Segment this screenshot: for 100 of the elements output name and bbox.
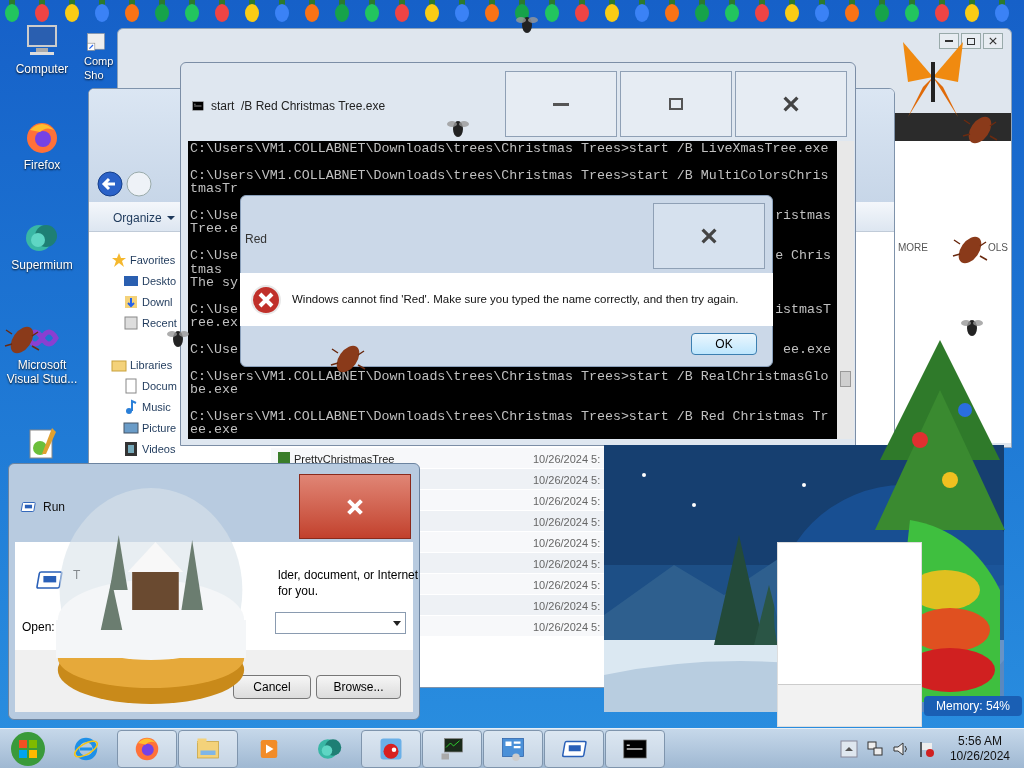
nav-item[interactable]: Docum <box>142 378 177 395</box>
nav-item[interactable]: Libraries <box>130 357 173 374</box>
light-bulb-icon <box>125 0 139 22</box>
shortcut-icon <box>84 30 108 54</box>
light-bulb-icon <box>155 0 169 22</box>
light-bulb-icon <box>185 0 199 22</box>
console-line: ree.ex <box>190 316 238 330</box>
close-icon <box>783 96 799 112</box>
light-bulb-icon <box>905 0 919 22</box>
console-line: C:\Use <box>190 208 238 223</box>
window-title: start /B Red Christmas Tree.exe <box>211 98 386 115</box>
light-bulb-icon <box>35 0 49 22</box>
light-bulb-icon <box>485 0 499 22</box>
network-icon[interactable] <box>865 739 884 758</box>
light-bulb-icon <box>695 0 709 22</box>
console-line: istmasT <box>775 302 831 317</box>
taskbar-button[interactable] <box>605 729 665 768</box>
file-date: 10/26/2024 5: <box>533 473 601 488</box>
file-date: 10/26/2024 5: <box>533 515 601 530</box>
file-date: 10/26/2024 5: <box>533 452 601 467</box>
icon-label[interactable]: Computer <box>2 62 82 76</box>
nav-item[interactable]: Recent <box>142 315 177 332</box>
tab-label[interactable]: MORE <box>898 240 928 255</box>
open-label: Open: <box>22 619 55 636</box>
light-bulb-icon <box>665 0 679 22</box>
volume-icon[interactable] <box>891 739 910 758</box>
light-bulb-icon <box>545 0 559 22</box>
clock-date[interactable]: 10/26/2024 <box>949 748 1010 764</box>
file-date: 10/26/2024 5: <box>533 599 601 614</box>
icon-label[interactable]: Microsoft Visual Stud... <box>2 358 82 386</box>
console-line: tmasTr <box>190 182 238 196</box>
scrollbar[interactable] <box>837 141 854 439</box>
dialog-button[interactable]: Cancel <box>233 675 311 699</box>
nav-item[interactable]: Favorites <box>130 252 176 269</box>
clock-time[interactable]: 5:56 AM <box>957 733 1002 749</box>
flag-icon[interactable] <box>917 739 936 758</box>
light-bulb-icon <box>65 0 79 22</box>
file-date: 10/26/2024 5: <box>533 494 601 509</box>
taskbar-button[interactable] <box>544 729 604 768</box>
minimize-button[interactable] <box>939 33 959 49</box>
show-hidden-icons-button[interactable] <box>839 739 858 758</box>
light-bulb-icon <box>305 0 319 22</box>
light-bulb-icon <box>875 0 889 22</box>
dialog-title: Run <box>43 499 65 516</box>
light-bulb-icon <box>335 0 349 22</box>
light-bulb-icon <box>575 0 589 22</box>
maximize-button[interactable] <box>961 33 981 49</box>
light-bulb-icon <box>995 0 1009 22</box>
taskbar-button[interactable] <box>422 729 482 768</box>
nav-item[interactable]: Picture <box>142 420 177 437</box>
icon-label[interactable]: Supermium <box>2 258 82 272</box>
light-bulb-icon <box>455 0 469 22</box>
dialog-title: Red <box>245 231 267 248</box>
light-bulb-icon <box>245 0 259 22</box>
console-line: be.exe <box>190 383 238 397</box>
light-bulb-icon <box>755 0 769 22</box>
console-line: C:\Use <box>190 342 238 357</box>
instruction-text: lder, document, or Internet <box>278 567 419 584</box>
nav-item[interactable]: Videos <box>142 441 176 458</box>
close-icon <box>347 498 363 515</box>
memory-meter: Memory: 54% <box>924 696 1022 716</box>
console-line: The sy <box>190 275 238 290</box>
tab-label[interactable]: OLS <box>988 240 1008 255</box>
nav-item[interactable]: Downl <box>142 294 173 311</box>
folder-icon <box>111 357 127 374</box>
console-line: ee.exe <box>783 342 831 357</box>
light-bulb-icon <box>425 0 439 22</box>
dialog-button[interactable]: Browse... <box>316 675 401 699</box>
nav-item[interactable]: Music <box>142 399 171 416</box>
light-bulb-icon <box>635 0 649 22</box>
console-line: ristmas <box>775 208 831 223</box>
back-button[interactable] <box>97 171 123 197</box>
console-line: C:\Use <box>190 249 238 263</box>
nav-item[interactable]: Deskto <box>142 273 177 290</box>
close-icon <box>989 37 997 45</box>
light-bulb-icon <box>395 0 409 22</box>
organize-button[interactable]: Organize <box>113 209 175 227</box>
close-icon <box>701 228 717 244</box>
console-line: C:\Use <box>190 302 238 317</box>
file-date: 10/26/2024 5: <box>533 578 601 593</box>
console-line: C:\Users\VM1.COLLABNET\Downloads\trees\Christmas Trees>start /B RealChristmasGlo <box>190 369 829 384</box>
console-line: C:\Users\VM1.COLLABNET\Downloads\trees\Christmas Trees>start /B Red Christmas Tr <box>190 409 829 424</box>
document-icon <box>123 315 139 332</box>
light-bulb-icon <box>785 0 799 22</box>
light-bulb-icon <box>965 0 979 22</box>
file-date: 10/26/2024 5: <box>533 557 601 572</box>
light-bulb-icon <box>365 0 379 22</box>
file-date: 10/26/2024 5: <box>533 536 601 551</box>
icon-label[interactable]: Comp Sho <box>84 54 114 82</box>
light-bulb-icon <box>935 0 949 22</box>
light-bulb-icon <box>5 0 19 22</box>
terminal-icon <box>191 99 205 113</box>
folder-icon <box>123 294 139 311</box>
light-bulb-icon <box>605 0 619 22</box>
close-button[interactable] <box>983 33 1003 49</box>
open-combobox[interactable] <box>275 612 406 634</box>
ok-button[interactable]: OK <box>691 333 757 355</box>
icon-label[interactable]: Firefox <box>2 158 82 172</box>
light-bulb-icon <box>215 0 229 22</box>
console-line: Tree.e <box>190 222 238 236</box>
